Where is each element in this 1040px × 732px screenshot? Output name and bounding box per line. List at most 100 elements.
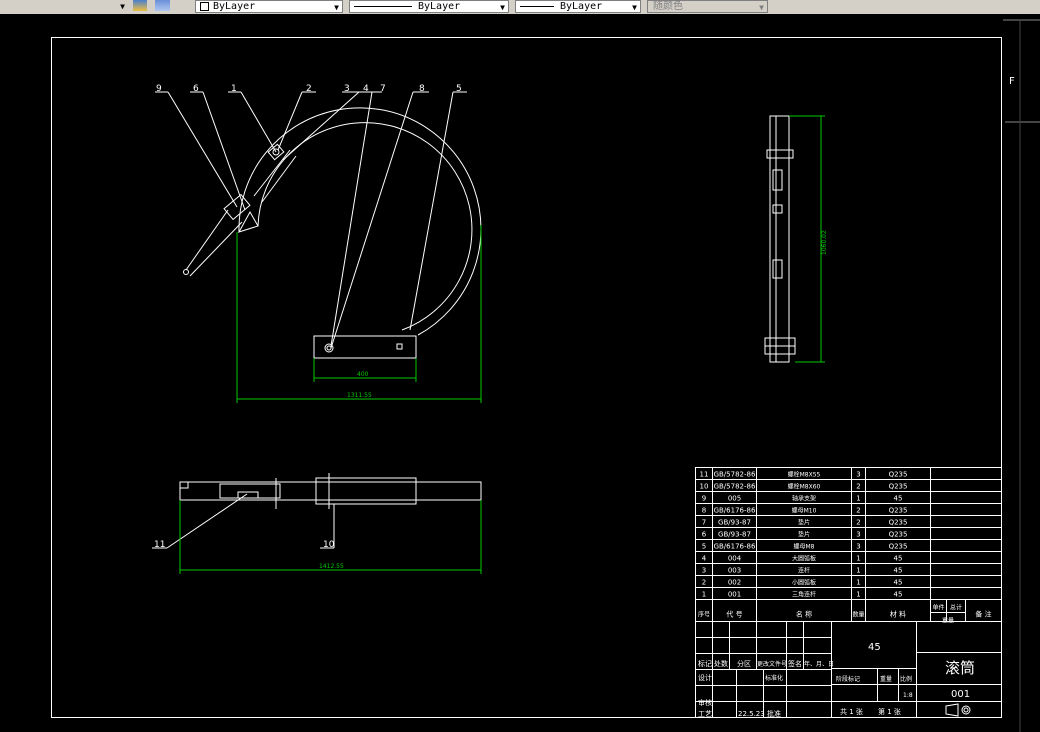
table-cell: 1 bbox=[856, 579, 860, 587]
table-cell: 螺母M10 bbox=[792, 507, 817, 515]
table-cell: 备 注 bbox=[975, 610, 991, 619]
title-block-label: 共 1 张 bbox=[840, 707, 863, 716]
table-cell: GB/5782-86 bbox=[714, 471, 756, 479]
table-cell: 3 bbox=[856, 471, 860, 479]
table-cell: 大圆弧板 bbox=[792, 555, 816, 563]
title-block-label: 第 1 张 bbox=[878, 707, 901, 716]
drawing-number: 001 bbox=[951, 689, 970, 700]
title-block-label: 阶段标记 bbox=[836, 675, 860, 683]
table-cell: 轴承支架 bbox=[792, 495, 816, 503]
table-cell: 8 bbox=[702, 507, 706, 515]
table-cell: 1 bbox=[856, 567, 860, 575]
bolt-hole bbox=[396, 343, 403, 350]
table-cell: GB/5782-86 bbox=[714, 483, 756, 491]
table-cell: 材 料 bbox=[890, 610, 906, 619]
side-slot bbox=[772, 259, 783, 279]
title-block-label: 批准 bbox=[767, 709, 781, 718]
side-body bbox=[769, 115, 790, 363]
title-block-label: 分区 bbox=[737, 659, 751, 668]
title-block-scale: 1:8 bbox=[903, 692, 913, 699]
dimension-text: 1311.55 bbox=[347, 392, 372, 399]
side-label: F bbox=[1009, 76, 1015, 87]
table-cell: Q235 bbox=[889, 471, 908, 479]
side-view[interactable] bbox=[764, 115, 796, 363]
parts-list-text: 11 GB/5782-86 螺栓M8X55 3 Q23510 GB/5782-86 螺栓M8… bbox=[698, 471, 992, 625]
table-cell: 三角连杆 bbox=[792, 591, 816, 599]
balloon-label: 1 bbox=[231, 84, 237, 94]
table-cell: 名 称 bbox=[796, 610, 812, 619]
dimension-text: 1060.02 bbox=[821, 230, 828, 255]
balloon-label: 8 bbox=[419, 84, 425, 94]
table-cell: 003 bbox=[728, 567, 741, 575]
leader-line bbox=[330, 91, 414, 349]
balloon-label: 6 bbox=[193, 84, 199, 94]
table-cell: 45 bbox=[894, 591, 903, 599]
table-cell: Q235 bbox=[889, 543, 908, 551]
table-cell: 螺栓M8X60 bbox=[788, 483, 821, 491]
bottom-body bbox=[179, 481, 482, 501]
table-cell: 2 bbox=[702, 579, 706, 587]
table-cell: 螺母M8 bbox=[794, 543, 815, 551]
dimension-text: 1412.55 bbox=[319, 563, 344, 570]
bracket-arm bbox=[189, 221, 243, 277]
leader-line bbox=[167, 91, 238, 208]
cad-drawing[interactable]: F 9 6 1 2 3 4 7 8 5 400 1311.55 1060.02 … bbox=[0, 0, 1040, 732]
table-cell: 6 bbox=[702, 531, 707, 539]
balloon-label: 4 bbox=[363, 84, 369, 94]
title-block-material: 45 bbox=[868, 642, 881, 653]
title-block-label: 重量 bbox=[880, 675, 892, 683]
bracket-arm bbox=[185, 209, 229, 271]
table-cell: 单件 bbox=[932, 604, 944, 612]
leader-line bbox=[240, 91, 277, 153]
table-cell: 小圆弧板 bbox=[792, 579, 816, 587]
leader-line bbox=[277, 91, 303, 151]
table-cell: 3 bbox=[856, 531, 860, 539]
table-cell: Q235 bbox=[889, 483, 908, 491]
title-block-label: 更改文件号 bbox=[757, 660, 787, 668]
title-block-label: 签名 bbox=[788, 659, 802, 668]
table-cell: 3 bbox=[856, 543, 860, 551]
bottom-hinge bbox=[219, 483, 281, 499]
bottom-view[interactable] bbox=[152, 473, 482, 549]
table-cell: 2 bbox=[856, 519, 860, 527]
projection-symbol bbox=[945, 703, 959, 717]
top-view[interactable] bbox=[155, 91, 482, 359]
table-cell: GB/6176-86 bbox=[714, 507, 756, 515]
table-cell: 45 bbox=[894, 555, 903, 563]
table-cell: 序号 bbox=[698, 611, 710, 619]
nut bbox=[326, 345, 332, 351]
table-cell: 4 bbox=[702, 555, 707, 563]
base-block bbox=[313, 335, 417, 359]
table-cell: Q235 bbox=[889, 519, 908, 527]
table-cell: Q235 bbox=[889, 531, 908, 539]
table-cell: 垫片 bbox=[798, 531, 810, 539]
balloon-label: 11 bbox=[154, 540, 165, 550]
table-cell: Q235 bbox=[889, 507, 908, 515]
table-cell: 001 bbox=[728, 591, 741, 599]
table-cell: 45 bbox=[894, 579, 903, 587]
table-cell: 数量 bbox=[852, 611, 864, 619]
table-cell: 代 号 bbox=[726, 610, 742, 619]
table-cell: 45 bbox=[894, 495, 903, 503]
leader-line bbox=[409, 91, 454, 331]
table-cell: 11 bbox=[700, 471, 709, 479]
table-cell: 004 bbox=[728, 555, 742, 563]
title-block-label: 比例 bbox=[900, 675, 912, 683]
table-cell: 螺栓M8X55 bbox=[788, 471, 821, 479]
side-view-dimensions bbox=[789, 115, 825, 363]
leader-line bbox=[282, 91, 360, 161]
table-cell: 1 bbox=[856, 555, 860, 563]
balloon-label: 9 bbox=[156, 84, 162, 94]
table-cell: 9 bbox=[702, 495, 706, 503]
table-cell: 002 bbox=[728, 579, 741, 587]
table-cell: 总计 bbox=[950, 604, 962, 612]
table-cell: 1 bbox=[856, 591, 860, 599]
balloon-label: 2 bbox=[306, 84, 312, 94]
part-name: 滚筒 bbox=[945, 659, 975, 677]
table-cell: 005 bbox=[728, 495, 741, 503]
title-block-label: 年、月、日 bbox=[804, 660, 834, 668]
bottom-hinge-inner bbox=[237, 491, 259, 499]
table-cell: GB/93-87 bbox=[718, 531, 751, 539]
table-cell: GB/6176-86 bbox=[714, 543, 756, 551]
bottom-notch bbox=[179, 481, 189, 489]
